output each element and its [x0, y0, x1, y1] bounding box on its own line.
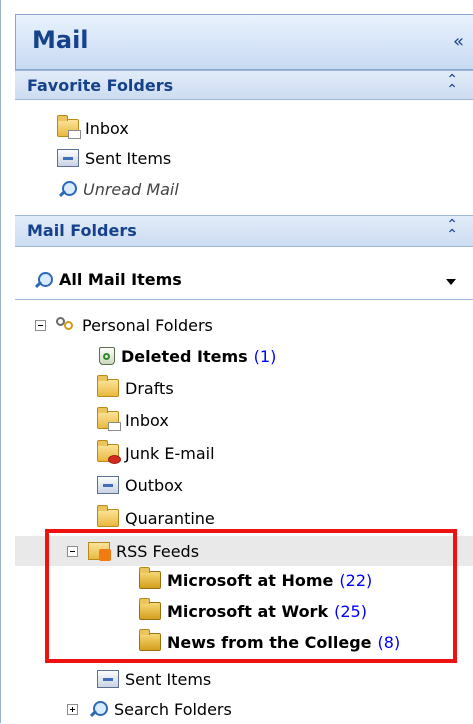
folder-label: Quarantine — [125, 508, 215, 528]
folder-label: Junk E-mail — [125, 443, 215, 463]
navigation-pane: Mail « Favorite Folders ⌃ ⌃ Inbox Sent It… — [0, 0, 473, 723]
folder-label: Deleted Items — [121, 346, 248, 366]
inbox-icon — [57, 115, 81, 139]
mail-folders-title: Mail Folders — [27, 221, 137, 240]
search-icon — [34, 271, 53, 289]
collapse-section-icon[interactable]: ⌃ ⌃ — [446, 218, 458, 242]
tree-item-junk-email[interactable]: Junk E-mail — [97, 438, 215, 468]
tree-item-outbox[interactable]: Outbox — [97, 470, 183, 500]
folder-icon — [97, 505, 119, 527]
tree-item-inbox[interactable]: Inbox — [97, 405, 169, 435]
tree-item-search-folders[interactable]: Search Folders — [67, 694, 232, 724]
outbox-icon — [97, 476, 119, 494]
mail-folders-header[interactable]: Mail Folders ⌃ ⌃ — [15, 215, 473, 247]
highlight-annotation-box — [45, 529, 457, 663]
pane-title-bar: Mail « — [15, 14, 473, 70]
tree-item-deleted-items[interactable]: Deleted Items (1) — [99, 341, 276, 371]
favorite-folders-title: Favorite Folders — [27, 76, 174, 95]
folder-label: Unread Mail — [83, 179, 179, 199]
sent-items-icon — [57, 149, 79, 167]
folder-label: Inbox — [125, 410, 169, 430]
tree-root-personal-folders[interactable]: Personal Folders — [35, 310, 213, 340]
sent-items-icon — [97, 670, 119, 688]
unread-count: (1) — [253, 346, 277, 366]
tree-item-sent-items[interactable]: Sent Items — [97, 664, 211, 694]
dropdown-arrow-icon[interactable] — [446, 279, 456, 285]
folder-label: Search Folders — [114, 699, 232, 719]
favorite-sent-items[interactable]: Sent Items — [57, 143, 171, 173]
pane-title: Mail — [32, 26, 89, 54]
tree-item-drafts[interactable]: Drafts — [97, 373, 174, 403]
view-selector-label: All Mail Items — [59, 270, 182, 289]
drafts-icon — [97, 375, 119, 397]
collapse-pane-button[interactable]: « — [453, 31, 464, 52]
search-folder-icon — [58, 180, 77, 198]
deleted-items-icon — [99, 347, 115, 365]
folder-label: Drafts — [125, 378, 174, 398]
folder-label: Sent Items — [85, 148, 172, 168]
collapse-toggle-icon[interactable] — [35, 319, 46, 331]
view-selector-dropdown[interactable]: All Mail Items — [15, 262, 473, 300]
collapse-section-icon[interactable]: ⌃ ⌃ — [446, 73, 458, 97]
junk-mail-icon — [97, 440, 121, 464]
favorite-folders-header[interactable]: Favorite Folders ⌃ ⌃ — [15, 70, 473, 100]
folder-label: Sent Items — [125, 669, 212, 689]
expand-toggle-icon[interactable] — [67, 703, 78, 715]
search-folder-icon — [89, 700, 108, 718]
folder-label: Personal Folders — [82, 315, 213, 335]
folder-label: Inbox — [85, 118, 129, 138]
personal-folders-icon — [54, 315, 76, 335]
favorite-inbox[interactable]: Inbox — [57, 113, 129, 143]
inbox-icon — [97, 407, 121, 431]
folder-label: Outbox — [125, 475, 183, 495]
favorite-unread-mail[interactable]: Unread Mail — [58, 174, 179, 204]
